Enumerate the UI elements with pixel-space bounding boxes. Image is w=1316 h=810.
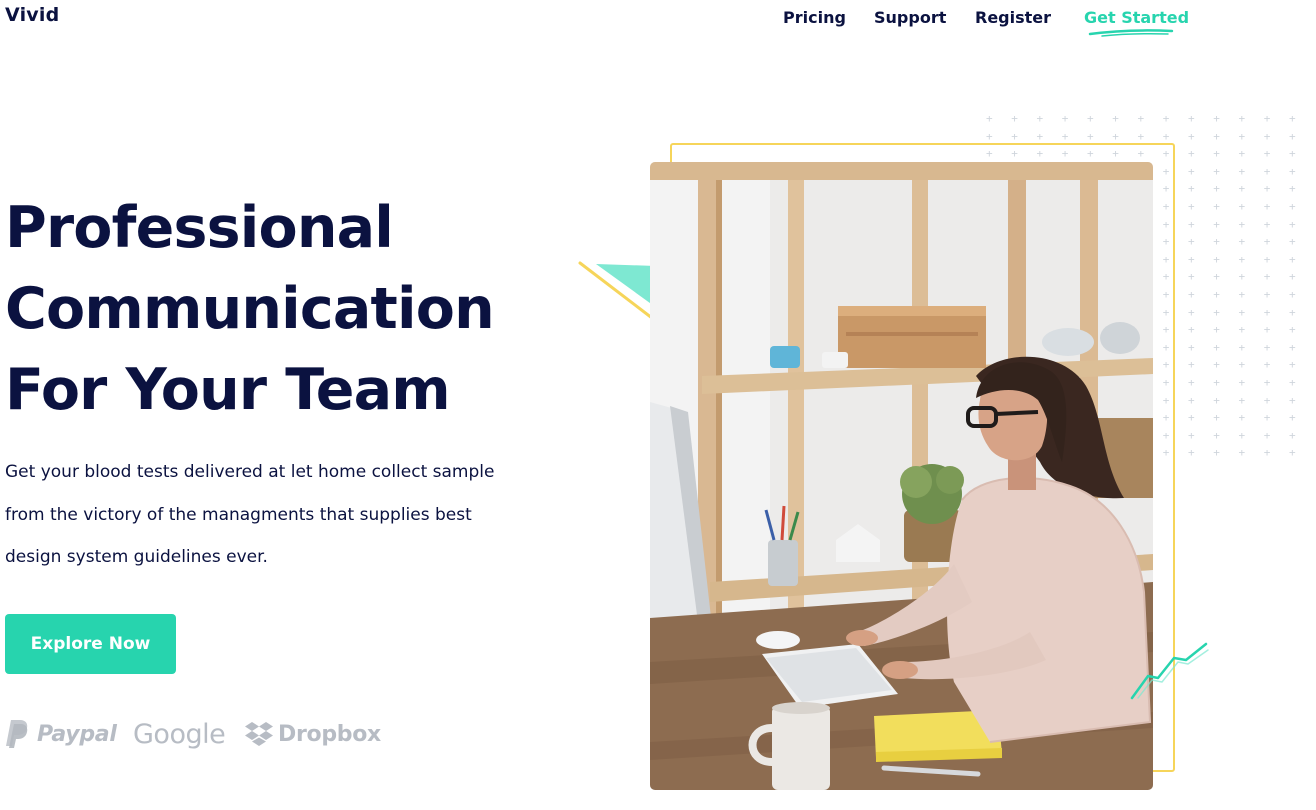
- hero-description: Get your blood tests delivered at let ho…: [5, 462, 495, 567]
- hero-title-line: For Your Team: [5, 357, 451, 423]
- zigzag-decoration: [1130, 642, 1209, 700]
- nav-link-get-started[interactable]: Get Started: [1084, 8, 1189, 27]
- nav-link-register[interactable]: Register: [975, 8, 1051, 27]
- main-nav: Pricing Support Register Get Started: [0, 8, 1316, 28]
- hero-title-line: Communication: [5, 276, 495, 342]
- active-nav-underline: [1088, 29, 1174, 37]
- google-wordmark: Google: [133, 718, 226, 750]
- explore-now-button[interactable]: Explore Now: [5, 614, 176, 674]
- dropbox-icon: [245, 722, 273, 746]
- partner-google: Google: [133, 716, 226, 752]
- woman-at-computer-illustration: [650, 162, 1153, 790]
- hero-title: Professional Communication For Your Team: [5, 188, 565, 431]
- partner-paypal: Paypal: [5, 716, 117, 752]
- partner-name: Dropbox: [278, 721, 381, 747]
- partner-dropbox: Dropbox: [245, 716, 381, 752]
- partner-logos: Paypal Google Dropbox: [5, 716, 385, 752]
- hero-title-line: Professional: [5, 195, 394, 261]
- nav-link-support[interactable]: Support: [874, 8, 946, 27]
- nav-link-pricing[interactable]: Pricing: [783, 8, 846, 27]
- paypal-icon: [6, 720, 28, 748]
- partner-name: Paypal: [37, 721, 117, 747]
- hero-photo: [650, 162, 1153, 790]
